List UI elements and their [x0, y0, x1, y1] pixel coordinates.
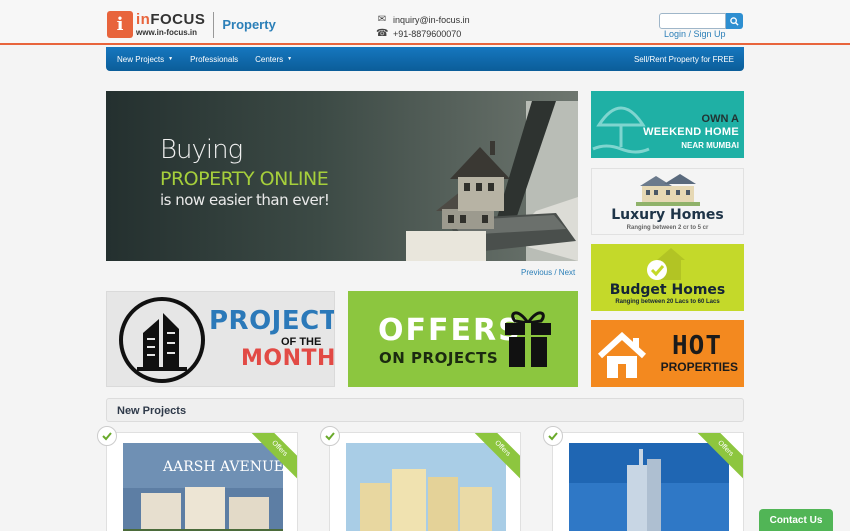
card-image-label: AARSH AVENUE — [162, 459, 283, 475]
tile-budget-homes[interactable]: Budget Homes Ranging between 20 Lacs to … — [591, 244, 744, 311]
promo-project-of-the-month[interactable]: PROJECT OF THE MONTH — [106, 291, 335, 387]
building-icon — [119, 297, 205, 383]
laptop-house-illustration — [406, 101, 578, 261]
hero-pager-separator: / — [552, 268, 559, 277]
promo-offers-on-projects[interactable]: OFFERS ON PROJECTS — [348, 291, 578, 387]
weekend-line-2: WEEKEND HOME — [643, 126, 739, 138]
search-icon — [730, 16, 739, 26]
gift-icon — [505, 311, 551, 367]
hot-line-1: HOT — [672, 331, 722, 361]
project-line-1: PROJECT — [209, 306, 335, 336]
project-card[interactable]: Offers — [552, 432, 744, 531]
search-input[interactable] — [659, 13, 726, 29]
tile-luxury-homes[interactable]: Luxury Homes Ranging between 2 cr to 5 c… — [591, 168, 744, 235]
search-box — [659, 13, 743, 29]
luxury-subtitle: Ranging between 2 cr to 5 cr — [626, 225, 709, 231]
project-image-aarsh-avenue: AARSH AVENUE — [123, 443, 283, 531]
project-card[interactable]: Offers — [329, 432, 521, 531]
caret-down-icon: ▼ — [168, 56, 174, 62]
check-icon — [543, 426, 563, 446]
login-link[interactable]: Login — [664, 29, 686, 39]
house-check-icon — [647, 248, 685, 280]
nav-item-centers[interactable]: Centers ▼ — [255, 55, 292, 64]
hero-text: Buying PROPERTY ONLINE is now easier tha… — [160, 135, 330, 209]
hero-line-2: PROPERTY ONLINE — [160, 168, 329, 190]
phone-icon: ☎ — [376, 28, 389, 39]
check-icon — [320, 426, 340, 446]
hero-next-link[interactable]: Next — [559, 268, 575, 277]
weekend-line-1: OWN A — [701, 113, 739, 125]
offers-line-2: ON PROJECTS — [379, 349, 499, 367]
umbrella-icon — [592, 106, 650, 154]
tile-weekend-home[interactable]: OWN A WEEKEND HOME NEAR MUMBAI — [591, 91, 744, 158]
site-header: i inFOCUS www.in-focus.in Property ✉ inq… — [0, 0, 850, 45]
contact-us-button[interactable]: Contact Us — [759, 509, 833, 531]
mansion-icon — [636, 174, 700, 206]
new-projects-header: New Projects — [106, 398, 744, 422]
logo-mark: i — [107, 11, 133, 38]
logo-url: www.in-focus.in — [136, 28, 198, 37]
hot-line-2: PROPERTIES — [660, 360, 738, 374]
project-image — [569, 443, 729, 531]
project-image — [346, 443, 506, 531]
hero-slider[interactable]: Buying PROPERTY ONLINE is now easier tha… — [106, 91, 578, 261]
project-card[interactable]: AARSH AVENUE Offers — [106, 432, 298, 531]
house-icon — [597, 332, 647, 378]
logo-text: inFOCUS www.in-focus.in — [136, 12, 205, 37]
budget-subtitle: Ranging between 20 Lacs to 60 Lacs — [615, 299, 720, 305]
phone-row: ☎ +91-8879600070 — [376, 27, 470, 41]
luxury-title: Luxury Homes — [611, 207, 724, 223]
check-icon — [97, 426, 117, 446]
search-button[interactable] — [726, 13, 743, 29]
header-contact: ✉ inquiry@in-focus.in ☎ +91-8879600070 — [376, 13, 470, 41]
logo-name: inFOCUS — [136, 11, 206, 28]
hero-line-3: is now easier than ever! — [160, 191, 330, 209]
auth-links: Login / Sign Up — [664, 29, 726, 39]
caret-down-icon: ▼ — [287, 56, 293, 62]
auth-separator: / — [686, 29, 694, 39]
project-line-3: MONTH — [241, 346, 335, 371]
budget-title: Budget Homes — [609, 282, 726, 298]
email-row: ✉ inquiry@in-focus.in — [376, 13, 470, 27]
section-name: Property — [222, 17, 276, 32]
offers-line-1: OFFERS — [378, 313, 522, 348]
site-logo[interactable]: i inFOCUS www.in-focus.in Property — [107, 11, 276, 38]
nav-sell-rent[interactable]: Sell/Rent Property for FREE — [634, 55, 734, 64]
envelope-icon: ✉ — [377, 14, 387, 25]
nav-item-professionals[interactable]: Professionals — [190, 55, 238, 64]
hero-line-1: Buying — [160, 135, 243, 165]
signup-link[interactable]: Sign Up — [694, 29, 726, 39]
main-nav: New Projects ▼ Professionals Centers ▼ Sel… — [106, 47, 744, 71]
tile-hot-properties[interactable]: HOT PROPERTIES — [591, 320, 744, 387]
hero-previous-link[interactable]: Previous — [521, 268, 552, 277]
weekend-text: OWN A WEEKEND HOME NEAR MUMBAI — [643, 113, 739, 152]
hero-pager: Previous / Next — [521, 268, 575, 277]
weekend-line-3: NEAR MUMBAI — [681, 141, 739, 150]
email-text[interactable]: inquiry@in-focus.in — [393, 13, 470, 27]
logo-divider — [213, 11, 215, 38]
nav-item-new-projects[interactable]: New Projects ▼ — [117, 55, 173, 64]
section-title: New Projects — [117, 405, 187, 417]
phone-text: +91-8879600070 — [393, 29, 462, 39]
